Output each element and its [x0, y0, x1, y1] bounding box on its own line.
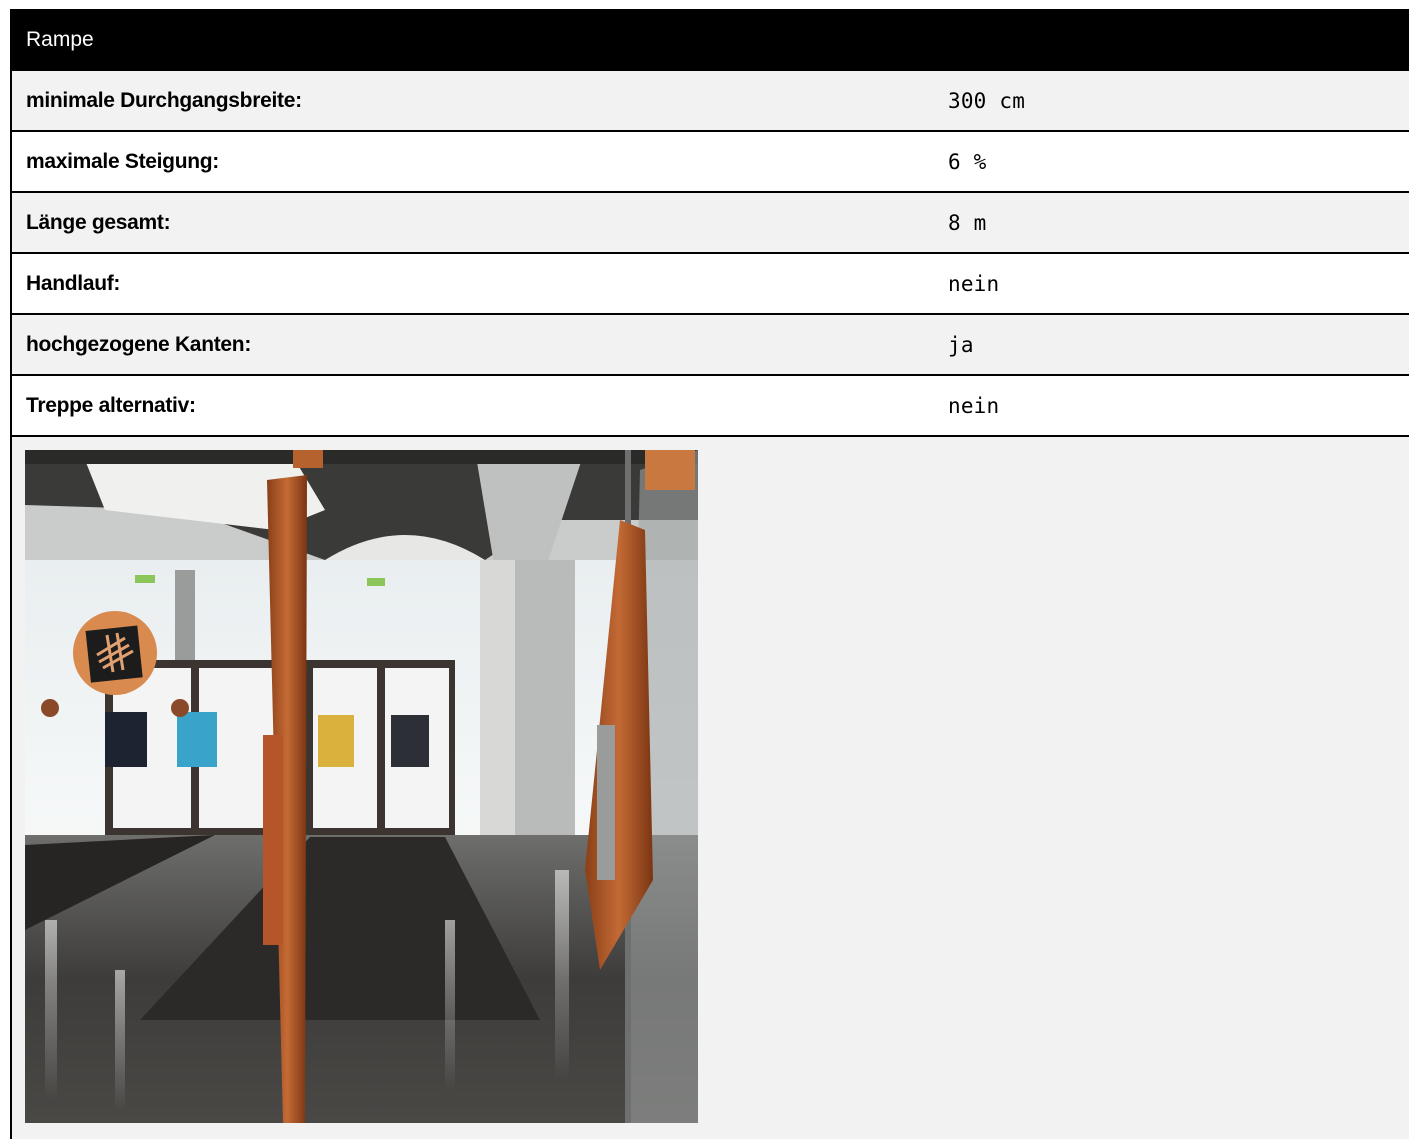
row-label: Treppe alternativ:: [26, 393, 196, 417]
row-value: nein: [948, 393, 1000, 418]
photo-row: [10, 437, 1409, 1139]
row-label: Handlauf:: [26, 271, 121, 295]
row-label: maximale Steigung:: [26, 149, 219, 173]
table-title: Rampe: [26, 28, 94, 51]
table-row: Handlauf: nein: [10, 254, 1409, 315]
table-row: Länge gesamt: 8 m: [10, 193, 1409, 254]
table-header: Rampe: [10, 9, 1409, 71]
row-label: Länge gesamt:: [26, 210, 171, 234]
table-row: maximale Steigung: 6 %: [10, 132, 1409, 193]
entrance-photo: [25, 450, 698, 1123]
row-value: nein: [948, 271, 1000, 296]
row-label: hochgezogene Kanten:: [26, 332, 252, 356]
row-value: 300 cm: [948, 88, 1026, 113]
row-label: minimale Durchgangsbreite:: [26, 88, 302, 112]
row-value: 8 m: [948, 210, 987, 235]
table-row: minimale Durchgangsbreite: 300 cm: [10, 71, 1409, 132]
row-value: 6 %: [948, 149, 987, 174]
table-row: hochgezogene Kanten: ja: [10, 315, 1409, 376]
table-row: Treppe alternativ: nein: [10, 376, 1409, 437]
row-value: ja: [948, 332, 974, 357]
ramp-info-table: Rampe minimale Durchgangsbreite: 300 cm …: [10, 9, 1409, 1139]
